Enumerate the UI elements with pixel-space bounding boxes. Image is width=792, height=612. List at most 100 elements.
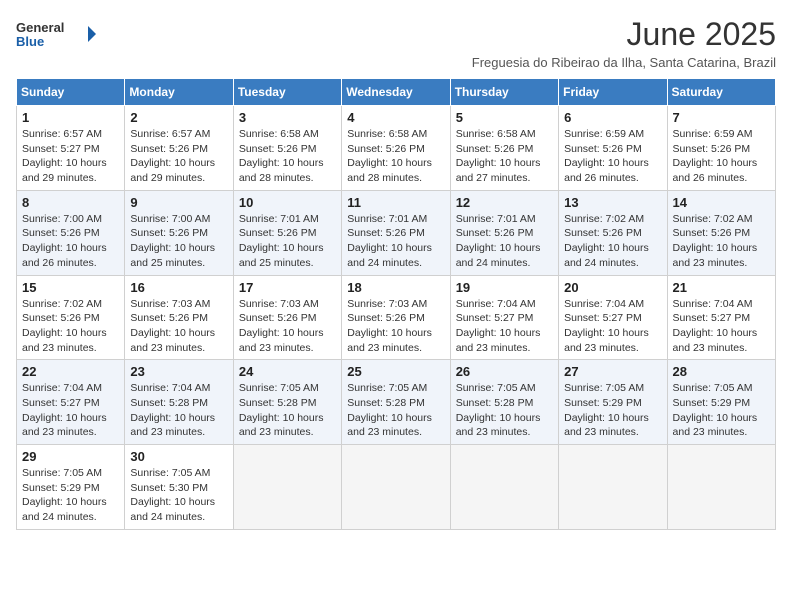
col-tuesday: Tuesday	[233, 79, 341, 106]
table-row: 7 Sunrise: 6:59 AMSunset: 5:26 PMDayligh…	[667, 106, 775, 191]
day-number: 9	[130, 195, 227, 210]
day-number: 15	[22, 280, 119, 295]
table-row: 27 Sunrise: 7:05 AMSunset: 5:29 PMDaylig…	[559, 360, 667, 445]
table-row	[667, 445, 775, 530]
table-row: 30 Sunrise: 7:05 AMSunset: 5:30 PMDaylig…	[125, 445, 233, 530]
day-number: 24	[239, 364, 336, 379]
day-number: 5	[456, 110, 553, 125]
table-row: 18 Sunrise: 7:03 AMSunset: 5:26 PMDaylig…	[342, 275, 450, 360]
calendar-week-row: 8 Sunrise: 7:00 AMSunset: 5:26 PMDayligh…	[17, 190, 776, 275]
cell-info: Sunrise: 7:04 AMSunset: 5:27 PMDaylight:…	[564, 298, 649, 354]
day-number: 13	[564, 195, 661, 210]
cell-info: Sunrise: 6:57 AMSunset: 5:26 PMDaylight:…	[130, 128, 215, 184]
table-row	[559, 445, 667, 530]
day-number: 16	[130, 280, 227, 295]
cell-info: Sunrise: 7:03 AMSunset: 5:26 PMDaylight:…	[130, 298, 215, 354]
day-number: 10	[239, 195, 336, 210]
table-row: 25 Sunrise: 7:05 AMSunset: 5:28 PMDaylig…	[342, 360, 450, 445]
table-row: 19 Sunrise: 7:04 AMSunset: 5:27 PMDaylig…	[450, 275, 558, 360]
table-row: 22 Sunrise: 7:04 AMSunset: 5:27 PMDaylig…	[17, 360, 125, 445]
col-wednesday: Wednesday	[342, 79, 450, 106]
cell-info: Sunrise: 6:59 AMSunset: 5:26 PMDaylight:…	[564, 128, 649, 184]
cell-info: Sunrise: 7:05 AMSunset: 5:28 PMDaylight:…	[347, 382, 432, 438]
cell-info: Sunrise: 7:02 AMSunset: 5:26 PMDaylight:…	[673, 213, 758, 269]
cell-info: Sunrise: 7:05 AMSunset: 5:28 PMDaylight:…	[456, 382, 541, 438]
day-number: 25	[347, 364, 444, 379]
day-number: 21	[673, 280, 770, 295]
col-sunday: Sunday	[17, 79, 125, 106]
calendar-week-row: 29 Sunrise: 7:05 AMSunset: 5:29 PMDaylig…	[17, 445, 776, 530]
day-number: 27	[564, 364, 661, 379]
table-row: 28 Sunrise: 7:05 AMSunset: 5:29 PMDaylig…	[667, 360, 775, 445]
table-row: 13 Sunrise: 7:02 AMSunset: 5:26 PMDaylig…	[559, 190, 667, 275]
cell-info: Sunrise: 7:04 AMSunset: 5:27 PMDaylight:…	[673, 298, 758, 354]
cell-info: Sunrise: 7:05 AMSunset: 5:30 PMDaylight:…	[130, 467, 215, 523]
month-year-title: June 2025	[472, 16, 776, 53]
cell-info: Sunrise: 6:57 AMSunset: 5:27 PMDaylight:…	[22, 128, 107, 184]
calendar-week-row: 1 Sunrise: 6:57 AMSunset: 5:27 PMDayligh…	[17, 106, 776, 191]
table-row: 6 Sunrise: 6:59 AMSunset: 5:26 PMDayligh…	[559, 106, 667, 191]
cell-info: Sunrise: 7:05 AMSunset: 5:29 PMDaylight:…	[22, 467, 107, 523]
cell-info: Sunrise: 7:05 AMSunset: 5:29 PMDaylight:…	[564, 382, 649, 438]
day-number: 3	[239, 110, 336, 125]
cell-info: Sunrise: 6:58 AMSunset: 5:26 PMDaylight:…	[239, 128, 324, 184]
svg-text:Blue: Blue	[16, 34, 44, 49]
cell-info: Sunrise: 7:00 AMSunset: 5:26 PMDaylight:…	[22, 213, 107, 269]
day-number: 28	[673, 364, 770, 379]
table-row: 11 Sunrise: 7:01 AMSunset: 5:26 PMDaylig…	[342, 190, 450, 275]
table-row: 4 Sunrise: 6:58 AMSunset: 5:26 PMDayligh…	[342, 106, 450, 191]
table-row	[450, 445, 558, 530]
cell-info: Sunrise: 6:58 AMSunset: 5:26 PMDaylight:…	[456, 128, 541, 184]
table-row: 23 Sunrise: 7:04 AMSunset: 5:28 PMDaylig…	[125, 360, 233, 445]
table-row: 17 Sunrise: 7:03 AMSunset: 5:26 PMDaylig…	[233, 275, 341, 360]
day-number: 8	[22, 195, 119, 210]
day-number: 2	[130, 110, 227, 125]
day-number: 7	[673, 110, 770, 125]
day-number: 30	[130, 449, 227, 464]
cell-info: Sunrise: 7:01 AMSunset: 5:26 PMDaylight:…	[456, 213, 541, 269]
table-row: 29 Sunrise: 7:05 AMSunset: 5:29 PMDaylig…	[17, 445, 125, 530]
page-header: General Blue June 2025 Freguesia do Ribe…	[16, 16, 776, 70]
day-number: 18	[347, 280, 444, 295]
table-row: 5 Sunrise: 6:58 AMSunset: 5:26 PMDayligh…	[450, 106, 558, 191]
table-row: 14 Sunrise: 7:02 AMSunset: 5:26 PMDaylig…	[667, 190, 775, 275]
table-row: 3 Sunrise: 6:58 AMSunset: 5:26 PMDayligh…	[233, 106, 341, 191]
day-number: 12	[456, 195, 553, 210]
table-row: 1 Sunrise: 6:57 AMSunset: 5:27 PMDayligh…	[17, 106, 125, 191]
col-thursday: Thursday	[450, 79, 558, 106]
table-row: 2 Sunrise: 6:57 AMSunset: 5:26 PMDayligh…	[125, 106, 233, 191]
day-number: 17	[239, 280, 336, 295]
calendar-table: Sunday Monday Tuesday Wednesday Thursday…	[16, 78, 776, 530]
table-row: 26 Sunrise: 7:05 AMSunset: 5:28 PMDaylig…	[450, 360, 558, 445]
day-number: 20	[564, 280, 661, 295]
table-row: 10 Sunrise: 7:01 AMSunset: 5:26 PMDaylig…	[233, 190, 341, 275]
cell-info: Sunrise: 6:58 AMSunset: 5:26 PMDaylight:…	[347, 128, 432, 184]
day-number: 4	[347, 110, 444, 125]
col-saturday: Saturday	[667, 79, 775, 106]
day-number: 6	[564, 110, 661, 125]
cell-info: Sunrise: 7:04 AMSunset: 5:27 PMDaylight:…	[456, 298, 541, 354]
day-number: 22	[22, 364, 119, 379]
col-friday: Friday	[559, 79, 667, 106]
cell-info: Sunrise: 7:03 AMSunset: 5:26 PMDaylight:…	[347, 298, 432, 354]
day-number: 29	[22, 449, 119, 464]
day-number: 23	[130, 364, 227, 379]
cell-info: Sunrise: 7:04 AMSunset: 5:27 PMDaylight:…	[22, 382, 107, 438]
table-row: 15 Sunrise: 7:02 AMSunset: 5:26 PMDaylig…	[17, 275, 125, 360]
day-number: 14	[673, 195, 770, 210]
day-number: 1	[22, 110, 119, 125]
cell-info: Sunrise: 7:01 AMSunset: 5:26 PMDaylight:…	[239, 213, 324, 269]
logo: General Blue	[16, 16, 96, 52]
cell-info: Sunrise: 7:04 AMSunset: 5:28 PMDaylight:…	[130, 382, 215, 438]
cell-info: Sunrise: 7:02 AMSunset: 5:26 PMDaylight:…	[564, 213, 649, 269]
cell-info: Sunrise: 7:03 AMSunset: 5:26 PMDaylight:…	[239, 298, 324, 354]
table-row: 16 Sunrise: 7:03 AMSunset: 5:26 PMDaylig…	[125, 275, 233, 360]
table-row: 21 Sunrise: 7:04 AMSunset: 5:27 PMDaylig…	[667, 275, 775, 360]
day-number: 19	[456, 280, 553, 295]
title-block: June 2025 Freguesia do Ribeirao da Ilha,…	[472, 16, 776, 70]
calendar-header-row: Sunday Monday Tuesday Wednesday Thursday…	[17, 79, 776, 106]
table-row	[233, 445, 341, 530]
cell-info: Sunrise: 7:00 AMSunset: 5:26 PMDaylight:…	[130, 213, 215, 269]
cell-info: Sunrise: 7:05 AMSunset: 5:28 PMDaylight:…	[239, 382, 324, 438]
table-row: 9 Sunrise: 7:00 AMSunset: 5:26 PMDayligh…	[125, 190, 233, 275]
